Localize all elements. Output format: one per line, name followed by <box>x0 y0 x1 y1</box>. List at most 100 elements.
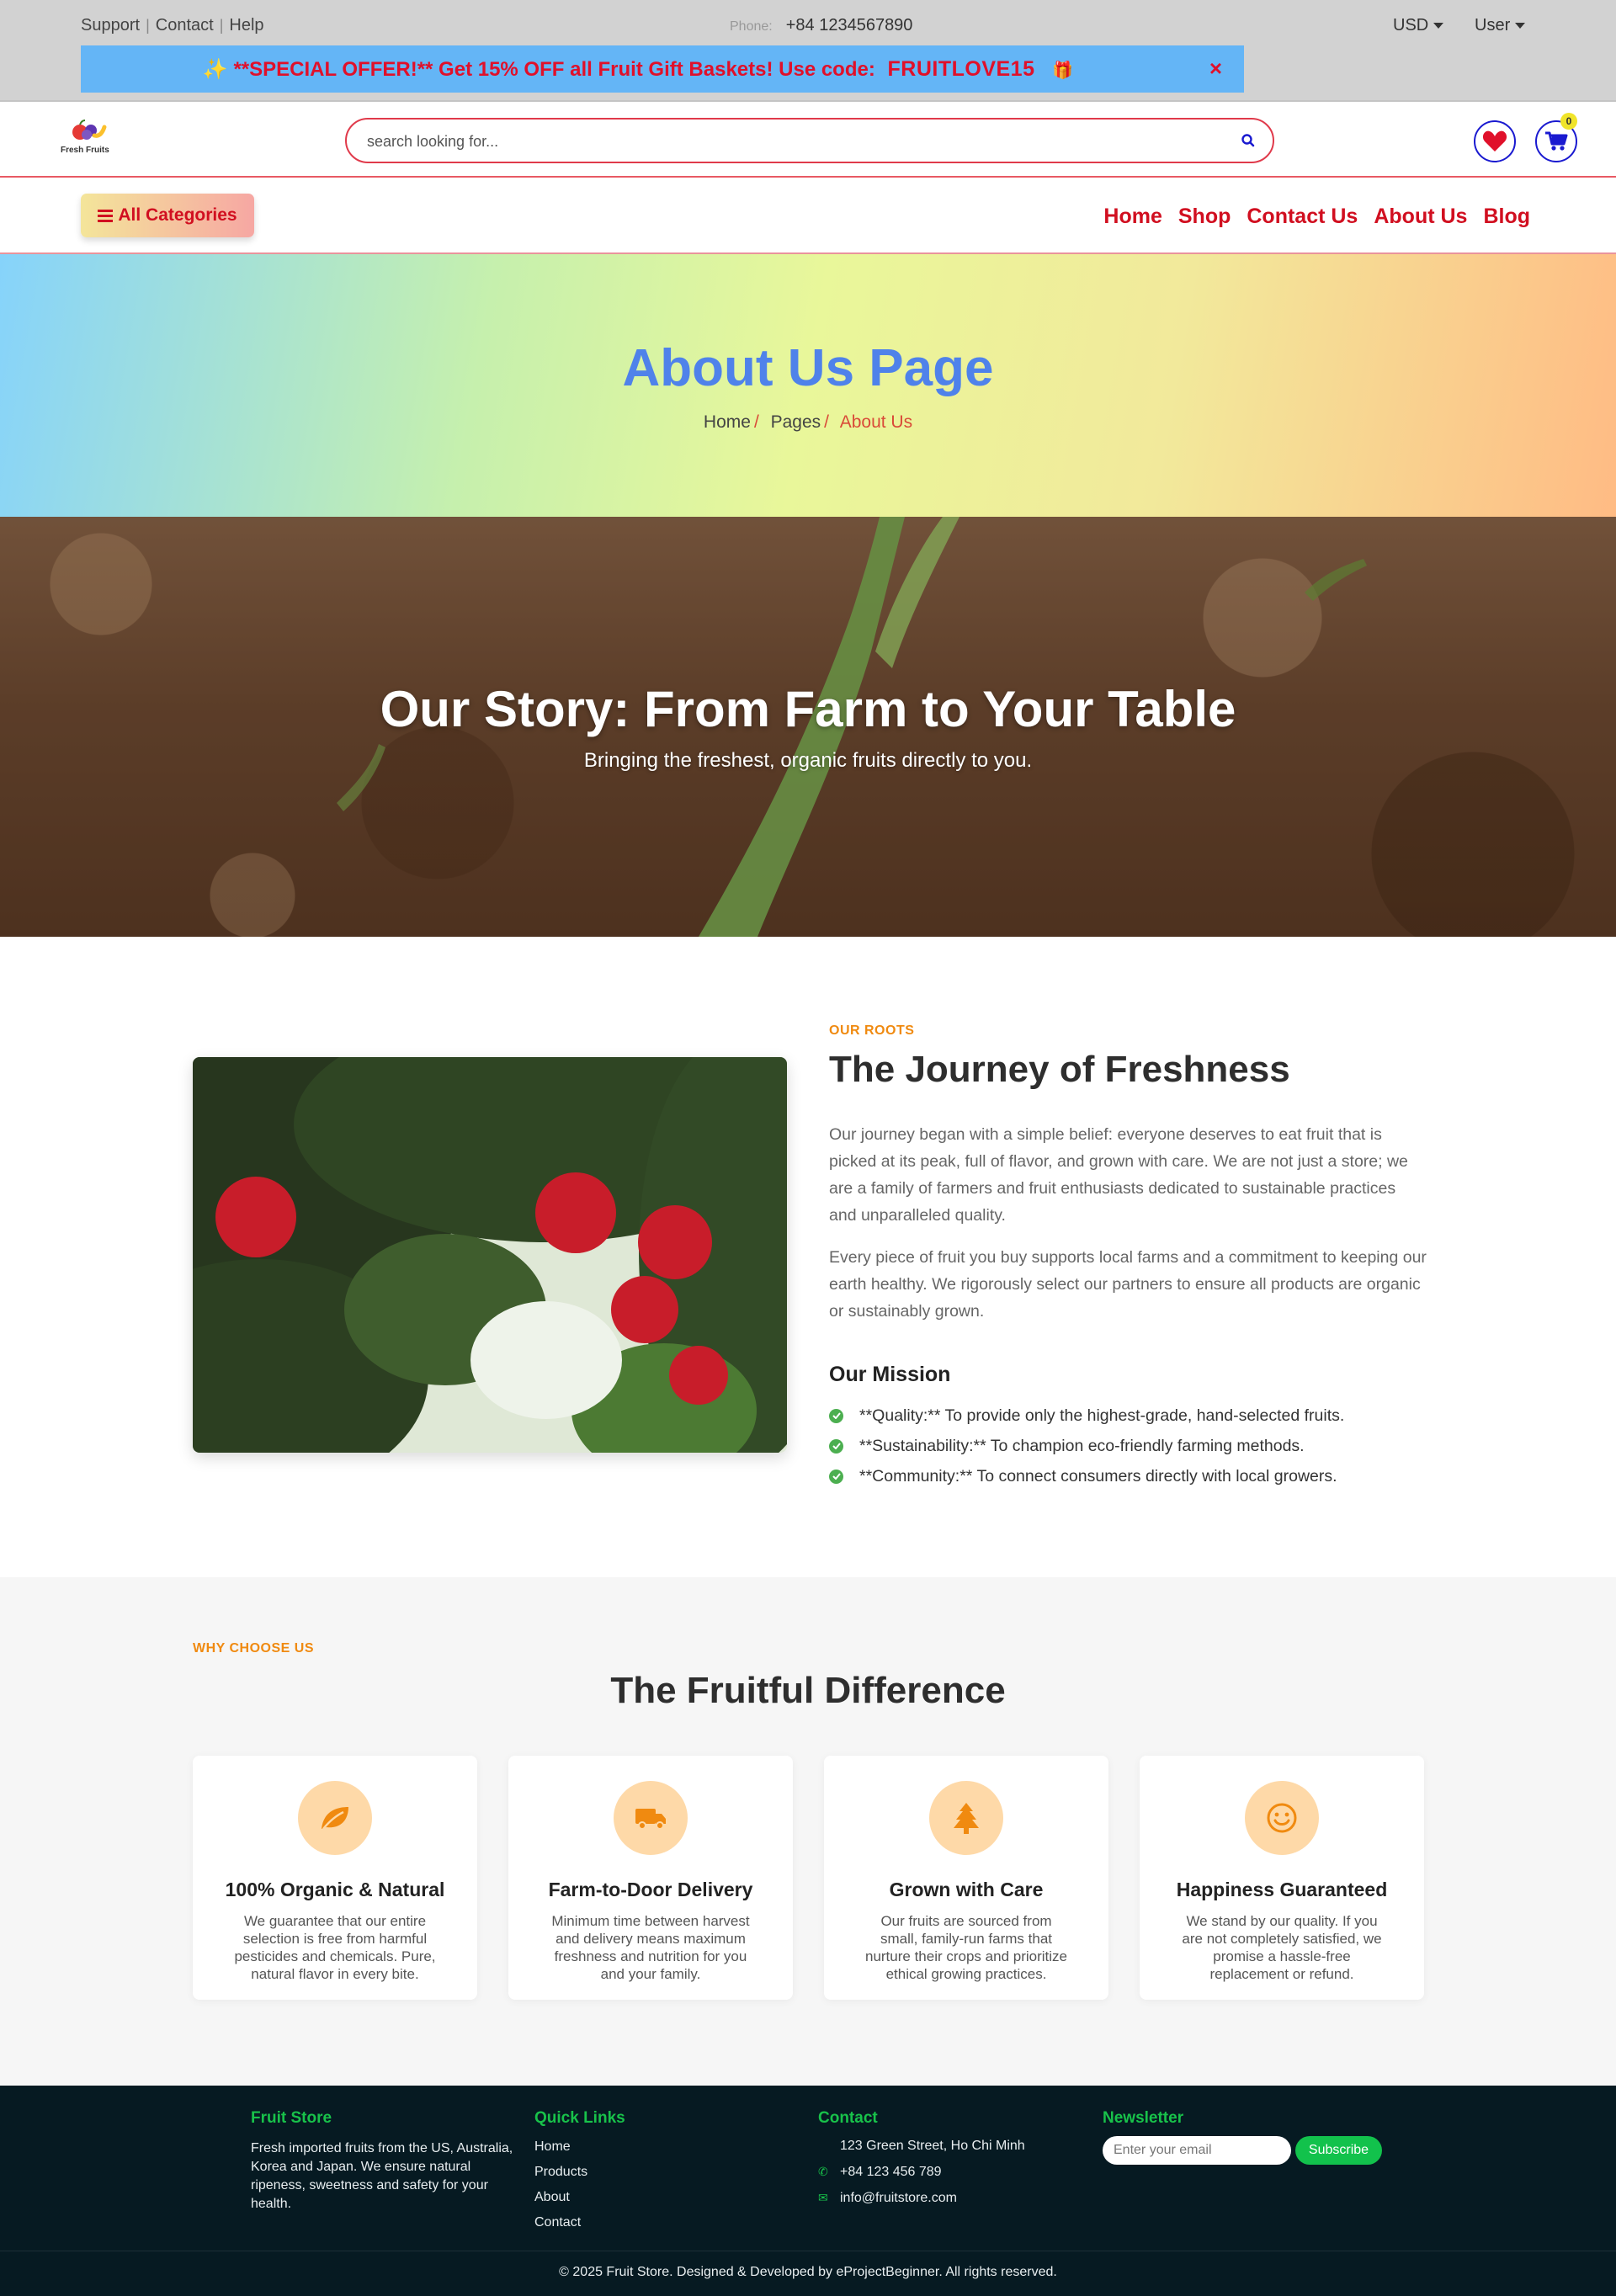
breadcrumb: Home / Pages / About Us <box>703 412 913 432</box>
feature-description: We stand by our quality. If you are not … <box>1182 1913 1382 1982</box>
phone-info: Phone: +84 1234567890 <box>730 16 912 35</box>
footer-about-text: Fresh imported fruits from the US, Austr… <box>251 2141 513 2211</box>
envelope-icon: ✉ <box>818 2191 828 2204</box>
nav-contact-us[interactable]: Contact Us <box>1247 205 1358 229</box>
feature-card: Farm-to-Door Delivery Minimum time betwe… <box>508 1756 793 2000</box>
why-title: The Fruitful Difference <box>610 1670 1006 1711</box>
all-categories-button[interactable]: All Categories <box>81 194 254 237</box>
footer-contact-title: Contact <box>818 2109 878 2127</box>
wishlist-button[interactable] <box>1474 120 1516 162</box>
chevron-down-icon <box>1433 23 1444 29</box>
breadcrumb-current: About Us <box>839 412 913 432</box>
check-circle-icon <box>829 1438 843 1454</box>
why-choose-us-section: WHY CHOOSE US The Fruitful Difference 10… <box>0 1577 1616 2086</box>
feature-title: Grown with Care <box>889 1879 1044 1900</box>
support-link[interactable]: Support <box>81 16 140 35</box>
feature-title: 100% Organic & Natural <box>225 1879 445 1900</box>
promo-banner: ✨ **SPECIAL OFFER!** Get 15% OFF all Fru… <box>81 45 1244 93</box>
footer-email: ✉ info@fruitstore.com <box>818 2190 957 2205</box>
main-nav: All Categories Home Shop Contact Us Abou… <box>0 179 1616 254</box>
phone-icon: ✆ <box>818 2165 828 2178</box>
check-circle-icon <box>829 1408 843 1423</box>
promo-message: ✨ **SPECIAL OFFER!** Get 15% OFF all Fru… <box>81 57 1195 82</box>
footer: Fruit Store Fresh imported fruits from t… <box>0 2086 1616 2296</box>
currency-label: USD <box>1393 16 1429 35</box>
feature-title: Happiness Guaranteed <box>1176 1879 1388 1900</box>
hero-title: Our Story: From Farm to Your Table <box>380 681 1236 737</box>
logo-text: Fresh Fruits <box>61 146 109 155</box>
phone-number: +84 1234567890 <box>785 16 913 35</box>
search-bar <box>345 118 1274 163</box>
feature-title: Farm-to-Door Delivery <box>548 1879 753 1900</box>
nav-blog[interactable]: Blog <box>1483 205 1530 229</box>
check-circle-icon <box>829 1469 843 1484</box>
feature-card: Happiness Guaranteed We stand by our qua… <box>1140 1756 1424 2000</box>
tree-icon <box>929 1781 1003 1855</box>
gift-icon: 🎁 <box>1052 61 1074 80</box>
smile-icon <box>1245 1781 1319 1855</box>
user-label: User <box>1475 16 1511 35</box>
menu-icon <box>98 207 114 225</box>
promo-code: FRUITLOVE15 <box>887 57 1035 81</box>
user-dropdown[interactable]: User <box>1475 16 1526 35</box>
newsletter-email-input[interactable] <box>1103 2136 1291 2165</box>
list-item: **Sustainability:** To champion eco-frie… <box>829 1431 1344 1461</box>
all-categories-label: All Categories <box>118 205 237 225</box>
footer-link-contact[interactable]: Contact <box>534 2215 625 2230</box>
feature-card: Grown with Care Our fruits are sourced f… <box>824 1756 1108 2000</box>
lantern-tree-image <box>193 1057 787 1453</box>
help-link[interactable]: Help <box>229 16 263 35</box>
close-icon[interactable]: × <box>1209 56 1222 82</box>
mission-list: **Quality:** To provide only the highest… <box>829 1400 1344 1491</box>
footer-address: 123 Green Street, Ho Chi Minh <box>840 2138 1025 2153</box>
phone-label: Phone: <box>730 19 773 34</box>
hero-subtitle: Bringing the freshest, organic fruits di… <box>583 749 1033 772</box>
truck-icon <box>614 1781 688 1855</box>
search-input[interactable] <box>367 130 1209 152</box>
top-bar: Support | Contact | Help Phone: +84 123456789… <box>0 0 1616 102</box>
story-paragraph-1: Our journey began with a simple belief: … <box>829 1125 1408 1225</box>
tree-photo <box>193 1057 787 1453</box>
page-title: About Us Page <box>622 339 994 397</box>
cart-count-badge: 0 <box>1560 113 1577 130</box>
story-hero: Our Story: From Farm to Your Table Bring… <box>0 517 1616 937</box>
footer-contact: Contact 123 Green Street, Ho Chi Minh ✆ +… <box>818 2109 1025 2211</box>
footer-about: Fruit Store Fresh imported fruits from t… <box>251 2109 518 2214</box>
breadcrumb-home[interactable]: Home <box>704 412 751 432</box>
story-title: The Journey of Freshness <box>829 1049 1290 1090</box>
footer-newsletter-title: Newsletter <box>1103 2109 1184 2127</box>
footer-link-about[interactable]: About <box>534 2190 625 2205</box>
story-paragraph-2: Every piece of fruit you buy supports lo… <box>829 1248 1427 1321</box>
footer-about-title: Fruit Store <box>251 2109 332 2127</box>
footer-phone: ✆ +84 123 456 789 <box>818 2164 942 2179</box>
currency-dropdown[interactable]: USD <box>1393 16 1444 35</box>
list-item: **Community:** To connect consumers dire… <box>829 1461 1344 1491</box>
contact-link[interactable]: Contact <box>156 16 214 35</box>
nav-home[interactable]: Home <box>1103 205 1162 229</box>
copyright: © 2025 Fruit Store. Designed & Developed… <box>0 2251 1616 2296</box>
chevron-down-icon <box>1515 23 1526 29</box>
feature-description: Minimum time between harvest and deliver… <box>551 1913 750 1982</box>
heart-icon <box>1482 130 1507 151</box>
footer-link-home[interactable]: Home <box>534 2139 625 2155</box>
promo-text: ✨ **SPECIAL OFFER!** Get 15% OFF all Fru… <box>202 58 875 81</box>
nav-about-us[interactable]: About Us <box>1374 205 1467 229</box>
footer-links-title: Quick Links <box>534 2109 625 2127</box>
feature-card: 100% Organic & Natural We guarantee that… <box>193 1756 477 2000</box>
footer-link-products[interactable]: Products <box>534 2165 625 2180</box>
search-icon[interactable] <box>1241 133 1256 148</box>
list-item: **Quality:** To provide only the highest… <box>829 1400 1344 1431</box>
logo[interactable]: Fresh Fruits <box>59 115 118 156</box>
story-eyebrow: OUR ROOTS <box>829 1023 915 1038</box>
page-title-banner: About Us Page Home / Pages / About Us <box>0 254 1616 517</box>
nav-links: Home Shop Contact Us About Us Blog <box>1103 205 1530 229</box>
subscribe-button[interactable]: Subscribe <box>1295 2136 1382 2165</box>
cart-icon <box>1545 131 1568 151</box>
top-links: Support | Contact | Help <box>81 16 264 35</box>
nav-shop[interactable]: Shop <box>1178 205 1231 229</box>
footer-quick-links: Quick Links Home Products About Contact <box>534 2109 625 2240</box>
breadcrumb-pages[interactable]: Pages <box>771 412 821 432</box>
feature-description: We guarantee that our entire selection i… <box>234 1913 436 1982</box>
leaf-icon <box>298 1781 372 1855</box>
header: Fresh Fruits <box>0 104 1616 178</box>
